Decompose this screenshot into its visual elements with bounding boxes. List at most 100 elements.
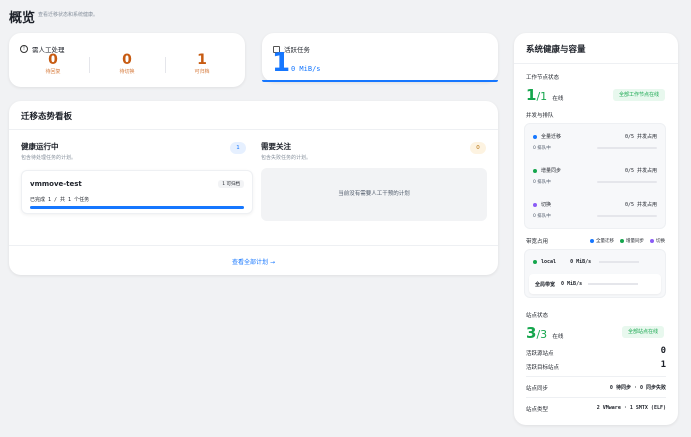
divider xyxy=(9,129,498,130)
local-dot-icon xyxy=(533,260,537,264)
queue-capacity: 0/5 并发占用 xyxy=(624,168,657,174)
divider xyxy=(9,245,498,246)
kv-value: 1 xyxy=(660,360,666,370)
healthy-count-badge: 1 xyxy=(230,142,246,154)
queue-waiting: 0 排队中 xyxy=(533,214,551,219)
full-migration-dot-icon xyxy=(533,134,537,139)
plan-name: vmmove-test xyxy=(30,180,82,188)
queue-row-full: 全量迁移 0/5 并发占用 0 排队中 xyxy=(533,133,657,155)
plan-progress-text: 已完成 1 / 共 1 个任务 xyxy=(30,197,90,203)
kv-label: 活跃目标站点 xyxy=(526,365,560,371)
legend-label: 增量同步 xyxy=(626,239,644,244)
queue-name: 增量同步 xyxy=(541,168,562,174)
legend-incremental: 增量同步 xyxy=(620,238,644,244)
healthy-desc: 包含待处理任务的计划。 xyxy=(21,155,77,161)
queue-waiting: 0 排队中 xyxy=(533,146,551,151)
stat-archive[interactable]: 1 可归档 xyxy=(170,52,234,76)
incremental-dot-icon xyxy=(533,168,537,173)
workers-online: 1/1 在线 xyxy=(526,87,563,107)
divider xyxy=(514,63,678,64)
legend-dot-icon xyxy=(650,239,654,243)
view-all-plans-link[interactable]: 查看全部计划 → xyxy=(9,257,498,266)
stat-switch-label: 待切换 xyxy=(119,69,135,75)
sites-status-badge: 全部站点在线 xyxy=(622,326,665,338)
sites-total: /3 xyxy=(536,328,548,341)
board-title: 迁移态势看板 xyxy=(21,112,73,122)
workers-total: /1 xyxy=(536,90,548,103)
queue-name: 全量迁移 xyxy=(541,134,562,140)
divider xyxy=(526,376,666,377)
queue-label: 并发与排队 xyxy=(526,113,554,119)
active-tasks-card[interactable]: 活跃任务 1 0 MiB/s xyxy=(262,33,498,82)
queue-usage-bar xyxy=(597,215,657,217)
queue-box: 全量迁移 0/5 并发占用 0 排队中 增量同步 0/5 并发占用 0 排队中 … xyxy=(524,123,666,229)
system-health-panel: 系统健康与容量 工作节点状态 1/1 在线 全部工作节点在线 并发与排队 全量迁… xyxy=(514,33,678,425)
queue-waiting: 0 排队中 xyxy=(533,180,551,185)
queue-capacity: 0/5 并发占用 xyxy=(624,202,657,208)
divider xyxy=(165,57,166,73)
active-source-sites: 活跃源站点 0 xyxy=(526,346,666,357)
queue-row-incremental: 增量同步 0/5 并发占用 0 排队中 xyxy=(533,167,657,189)
healthy-title: 健康运行中 xyxy=(21,142,59,151)
plan-status-badge: 1 可归档 xyxy=(218,180,244,188)
bandwidth-label: 带宽占用 xyxy=(526,239,549,245)
legend-switch: 切换 xyxy=(650,238,665,244)
queue-name: 切换 xyxy=(541,202,552,208)
divider xyxy=(526,397,666,398)
local-row: local 0 MiB/s xyxy=(533,259,640,265)
manual-card: ! 需人工处理 0 待回复 0 待切换 1 可归档 xyxy=(9,33,245,87)
site-sync: 站点同步 0 待同步 · 0 同步失败 xyxy=(526,384,666,392)
kv-label: 站点类型 xyxy=(526,407,549,413)
queue-usage-bar xyxy=(597,181,657,183)
workers-current: 1 xyxy=(526,86,537,104)
kv-value: 0 xyxy=(660,346,666,356)
active-speed: 0 MiB/s xyxy=(291,65,321,73)
workers-label: 工作节点状态 xyxy=(526,75,560,81)
sites-suffix: 在线 xyxy=(552,334,564,340)
bandwidth-box: local 0 MiB/s 全局带宽 0 MiB/s xyxy=(524,249,666,298)
legend-dot-icon xyxy=(620,239,624,243)
kv-label: 活跃源站点 xyxy=(526,351,554,357)
local-usage-bar xyxy=(599,261,640,263)
sites-label: 站点状态 xyxy=(526,313,549,319)
attention-title: 需要关注 xyxy=(261,142,291,151)
empty-state: 当前没有需要人工干预的计划 xyxy=(261,168,487,221)
total-usage-bar xyxy=(588,283,639,285)
queue-usage-bar xyxy=(597,147,657,149)
page-title: 概览 xyxy=(9,11,36,26)
attention-count-badge: 0 xyxy=(470,142,486,154)
legend-dot-icon xyxy=(590,239,594,243)
stat-switch[interactable]: 0 待切换 xyxy=(95,52,159,76)
sites-online: 3/3 在线 xyxy=(526,325,563,345)
sites-current: 3 xyxy=(526,324,537,342)
site-types: 站点类型 2 VMware · 1 SMTX (ELF) xyxy=(526,405,666,413)
active-accent-bar xyxy=(262,80,498,82)
stat-archive-label: 可归档 xyxy=(194,69,210,75)
total-bandwidth-name: 全局带宽 xyxy=(535,281,556,288)
kv-value: 0 待同步 · 0 同步失败 xyxy=(609,385,666,391)
legend-label: 切换 xyxy=(656,239,665,244)
stat-switch-value: 0 xyxy=(122,52,132,68)
plan-card[interactable]: vmmove-test 1 可归档 已完成 1 / 共 1 个任务 xyxy=(21,170,253,214)
legend-label: 全量迁移 xyxy=(596,239,614,244)
stat-archive-value: 1 xyxy=(197,52,207,68)
health-title: 系统健康与容量 xyxy=(526,45,586,55)
total-bandwidth-row: 全局带宽 0 MiB/s xyxy=(529,274,661,294)
switch-dot-icon xyxy=(533,202,537,207)
attention-desc: 包含失败任务的计划。 xyxy=(261,155,312,161)
local-name: local xyxy=(541,259,557,265)
stat-reply-label: 待回复 xyxy=(45,69,61,75)
stat-reply[interactable]: 0 待回复 xyxy=(21,52,85,76)
migration-board: 迁移态势看板 健康运行中 包含待处理任务的计划。 1 vmmove-test 1… xyxy=(9,101,498,275)
active-target-sites: 活跃目标站点 1 xyxy=(526,360,666,371)
plan-progress-track xyxy=(30,206,244,209)
stat-reply-value: 0 xyxy=(48,52,58,68)
divider xyxy=(89,57,90,73)
kv-value: 2 VMware · 1 SMTX (ELF) xyxy=(596,405,666,411)
workers-status-badge: 全部工作节点在线 xyxy=(613,89,666,101)
legend-full: 全量迁移 xyxy=(590,238,614,244)
page-subtitle: 查看迁移状态和系统健康。 xyxy=(38,12,99,18)
local-value: 0 MiB/s xyxy=(570,259,592,265)
total-bandwidth-value: 0 MiB/s xyxy=(561,281,583,287)
queue-capacity: 0/5 并发占用 xyxy=(624,134,657,140)
